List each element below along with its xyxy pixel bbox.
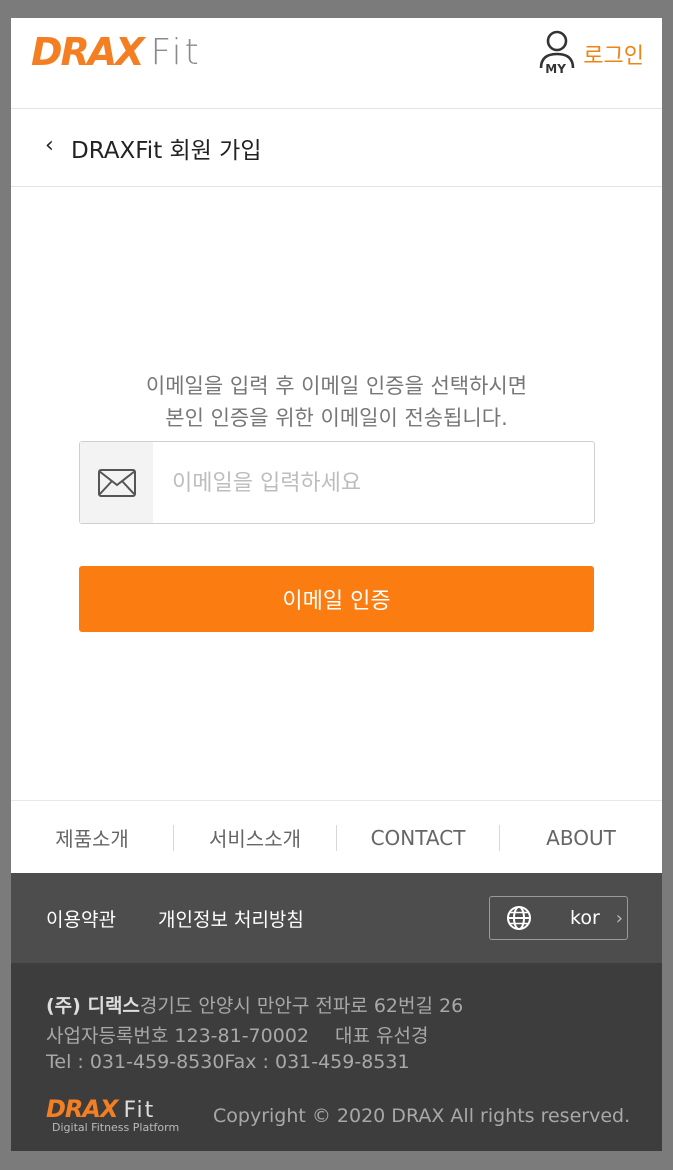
footer-nav-contact[interactable]: CONTACT [337,826,499,850]
contact-line: Tel : 031-459-8530Fax : 031-459-8531 [46,1051,410,1073]
instruction-line-1: 이메일을 입력 후 이메일 인증을 선택하시면 [145,374,528,398]
page-title: DRAXFit 회원 가입 [71,138,262,164]
footer-nav-services[interactable]: 서비스소개 [174,823,336,852]
footer-logo-drax: DRAX [46,1095,118,1123]
company-name: (주) 디랙스 [46,995,140,1017]
email-field [79,441,595,525]
footer-nav: 제품소개 서비스소개 CONTACT ABOUT [11,800,662,874]
footer-logo-tagline: Digital Fitness Platform [52,1121,180,1134]
email-verify-button[interactable]: 이메일 인증 [79,566,594,632]
company-address: 경기도 안양시 만안구 전파로 62번길 26 [139,995,464,1017]
business-info-line: 사업자등록번호 123-81-70002 대표 유선경 [46,1021,429,1048]
language-code: kor [570,907,600,929]
footer-logo: DRAX Fit Digital Fitness Platform [46,1095,179,1134]
footer-nav-about[interactable]: ABOUT [500,826,662,850]
footer-nav-products[interactable]: 제품소개 [11,823,173,852]
brand-logo[interactable]: DRAX Fit [31,28,202,76]
my-label: MY [545,62,566,76]
footer-logo-fit: Fit [123,1098,156,1123]
privacy-policy-link[interactable]: 개인정보 처리방침 [158,905,304,932]
login-link[interactable]: MY 로그인 [537,28,644,80]
envelope-icon [80,442,153,523]
instruction-text: 이메일을 입력 후 이메일 인증을 선택하시면 본인 인증을 위한 이메일이 전… [11,370,662,434]
chevron-left-icon[interactable]: ‹ [45,133,54,158]
tel-number: Tel : 031-459-8530 [46,1051,225,1073]
instruction-line-2: 본인 인증을 위한 이메일이 전송됩니다. [165,406,508,430]
legal-bar: 이용약관 개인정보 처리방침 kor › [11,873,662,963]
company-info: (주) 디랙스경기도 안양시 만안구 전파로 62번길 26 사업자등록번호 1… [11,963,662,1151]
page-titlebar: ‹ DRAXFit 회원 가입 [11,109,662,187]
app-frame: DRAX Fit MY 로그인 ‹ DRAXFit 회원 가입 이메일을 입력 … [11,18,662,1151]
ceo-name: 대표 유선경 [335,1025,429,1047]
business-number: 사업자등록번호 123-81-70002 [46,1025,309,1047]
language-selector[interactable]: kor › [489,896,628,940]
globe-icon [507,906,531,930]
fax-number: Fax : 031-459-8531 [224,1051,410,1073]
copyright-text: Copyright © 2020 DRAX All rights reserve… [213,1105,631,1127]
company-address-line: (주) 디랙스경기도 안양시 만안구 전파로 62번길 26 [46,991,463,1018]
logo-fit-text: Fit [150,31,202,73]
top-header: DRAX Fit MY 로그인 [11,18,662,109]
chevron-right-icon: › [615,907,623,929]
user-icon: MY [537,28,577,80]
login-label: 로그인 [583,44,644,69]
terms-link[interactable]: 이용약관 [46,905,116,932]
logo-drax-text: DRAX [31,30,145,74]
email-input[interactable] [170,442,584,525]
